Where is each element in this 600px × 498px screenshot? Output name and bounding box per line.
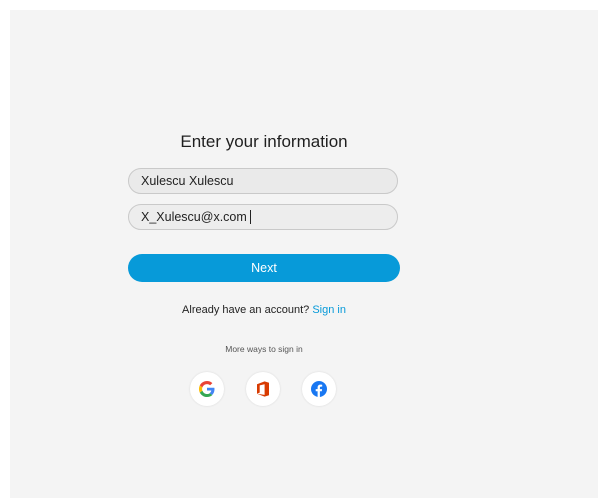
facebook-signin-button[interactable] — [302, 372, 336, 406]
signin-prompt-text: Already have an account? — [182, 304, 310, 316]
text-cursor — [250, 210, 251, 224]
email-field[interactable] — [128, 204, 398, 230]
name-field[interactable] — [128, 168, 398, 194]
signin-prompt: Already have an account? Sign in — [10, 304, 518, 316]
page-title: Enter your information — [180, 132, 348, 151]
next-button[interactable]: Next — [128, 254, 400, 282]
office-signin-button[interactable] — [246, 372, 280, 406]
google-signin-button[interactable] — [190, 372, 224, 406]
google-icon — [199, 381, 215, 397]
signup-panel: Enter your information Next Already have… — [10, 10, 598, 498]
facebook-icon — [311, 381, 327, 397]
office-icon — [257, 381, 269, 397]
signin-link[interactable]: Sign in — [312, 304, 346, 316]
more-ways-label: More ways to sign in — [225, 344, 303, 354]
